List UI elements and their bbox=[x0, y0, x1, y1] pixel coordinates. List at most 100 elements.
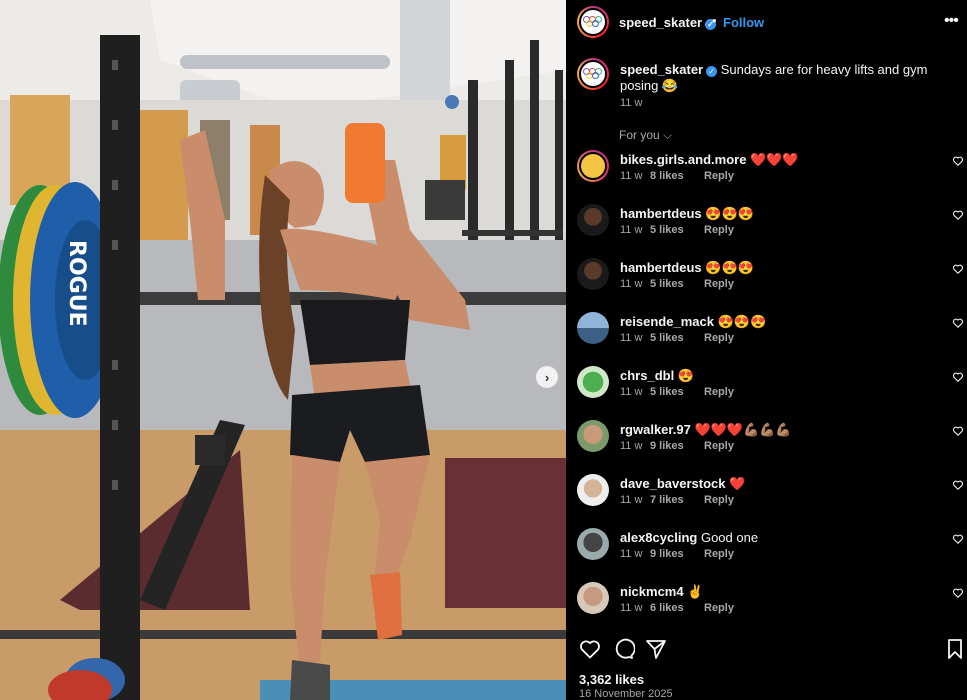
comment-body: ❤️ bbox=[729, 476, 746, 491]
separator-dot: • bbox=[712, 13, 717, 28]
comment-like-icon[interactable] bbox=[952, 317, 964, 329]
comment-row: dave_baverstock ❤️ 11 w 7 likes Reply bbox=[577, 474, 964, 524]
comment-text: hambertdeus 😍😍😍 bbox=[620, 206, 920, 221]
comment-time: 11 w bbox=[620, 278, 643, 290]
reply-button[interactable]: Reply bbox=[704, 386, 734, 398]
comment-likes[interactable]: 9 likes bbox=[650, 548, 704, 560]
bookmark-icon[interactable] bbox=[943, 637, 967, 661]
caption-username[interactable]: speed_skater bbox=[620, 62, 703, 77]
caption-time: 11 w bbox=[620, 97, 643, 109]
comment-row: nickmcm4 ✌️ 11 w 6 likes Reply bbox=[577, 582, 964, 632]
caption-avatar[interactable] bbox=[577, 58, 609, 90]
comment-likes[interactable]: 5 likes bbox=[650, 332, 704, 344]
reply-button[interactable]: Reply bbox=[704, 494, 734, 506]
comment-text: reisende_mack 😍😍😍 bbox=[620, 314, 920, 329]
comment-meta: 11 w 5 likes Reply bbox=[620, 332, 734, 344]
comment-text: dave_baverstock ❤️ bbox=[620, 476, 920, 491]
commenter-username[interactable]: dave_baverstock bbox=[620, 476, 726, 491]
comment-likes[interactable]: 5 likes bbox=[650, 386, 704, 398]
comment-likes[interactable]: 5 likes bbox=[650, 278, 704, 290]
comment-meta: 11 w 7 likes Reply bbox=[620, 494, 734, 506]
author-username-text[interactable]: speed_skater bbox=[619, 15, 702, 30]
comment-meta: 11 w 6 likes Reply bbox=[620, 602, 734, 614]
comment-like-icon[interactable] bbox=[952, 209, 964, 221]
comment-body: 😍😍😍 bbox=[705, 260, 754, 275]
reply-button[interactable]: Reply bbox=[704, 440, 734, 452]
reply-button[interactable]: Reply bbox=[704, 548, 734, 560]
comment-meta: 11 w 5 likes Reply bbox=[620, 386, 734, 398]
chevron-down-icon: ⌵ bbox=[663, 128, 673, 142]
like-icon[interactable] bbox=[578, 637, 602, 661]
comment-time: 11 w bbox=[620, 224, 643, 236]
avatar-image bbox=[579, 60, 607, 88]
commenter-username[interactable]: nickmcm4 bbox=[620, 584, 684, 599]
commenter-username[interactable]: hambertdeus bbox=[620, 206, 702, 221]
commenter-avatar[interactable] bbox=[577, 258, 609, 290]
comment-text: rgwalker.97 ❤️❤️❤️💪🏽💪🏽💪🏽 bbox=[620, 422, 920, 437]
comment-like-icon[interactable] bbox=[952, 533, 964, 545]
olympic-rings-icon bbox=[583, 16, 603, 28]
comment-likes[interactable]: 7 likes bbox=[650, 494, 704, 506]
more-horizontal-icon[interactable]: ••• bbox=[944, 12, 959, 30]
commenter-avatar[interactable] bbox=[577, 150, 609, 182]
commenter-avatar[interactable] bbox=[577, 528, 609, 560]
comment-text: bikes.girls.and.more ❤️❤️❤️ bbox=[620, 152, 920, 167]
commenter-avatar[interactable] bbox=[577, 582, 609, 614]
comment-like-icon[interactable] bbox=[952, 371, 964, 383]
caption-text: speed_skater ✓ Sundays are for heavy lift… bbox=[620, 62, 955, 94]
comment-icon[interactable] bbox=[611, 637, 635, 661]
comment-row: hambertdeus 😍😍😍 11 w 5 likes Reply bbox=[577, 204, 964, 254]
reply-button[interactable]: Reply bbox=[704, 224, 734, 236]
author-avatar[interactable] bbox=[577, 6, 609, 38]
comment-likes[interactable]: 5 likes bbox=[650, 224, 704, 236]
comment-filter-label: For you bbox=[619, 128, 660, 142]
comment-text: nickmcm4 ✌️ bbox=[620, 584, 920, 599]
post-date: 16 November 2025 bbox=[579, 688, 673, 700]
commenter-avatar[interactable] bbox=[577, 312, 609, 344]
commenter-avatar[interactable] bbox=[577, 420, 609, 452]
post-actions bbox=[566, 637, 967, 663]
commenter-avatar[interactable] bbox=[577, 366, 609, 398]
commenter-username[interactable]: alex8cycling bbox=[620, 530, 697, 545]
comment-time: 11 w bbox=[620, 602, 643, 614]
comment-like-icon[interactable] bbox=[952, 263, 964, 275]
comment-like-icon[interactable] bbox=[952, 155, 964, 167]
reply-button[interactable]: Reply bbox=[704, 278, 734, 290]
commenter-avatar[interactable] bbox=[577, 204, 609, 236]
comment-filter-dropdown[interactable]: For you ⌵ bbox=[619, 128, 672, 143]
comment-row: hambertdeus 😍😍😍 11 w 5 likes Reply bbox=[577, 258, 964, 308]
comment-text: chrs_dbl 😍 bbox=[620, 368, 920, 383]
post-photo[interactable]: ROGUE › bbox=[0, 0, 566, 700]
comment-body: Good one bbox=[700, 530, 759, 545]
comment-meta: 11 w 9 likes Reply bbox=[620, 548, 734, 560]
commenter-username[interactable]: hambertdeus bbox=[620, 260, 702, 275]
commenter-avatar[interactable] bbox=[577, 474, 609, 506]
svg-text:ROGUE: ROGUE bbox=[64, 240, 89, 327]
comment-like-icon[interactable] bbox=[952, 587, 964, 599]
commenter-username[interactable]: bikes.girls.and.more bbox=[620, 152, 746, 167]
comment-like-icon[interactable] bbox=[952, 425, 964, 437]
author-username[interactable]: speed_skater ✓ bbox=[619, 15, 717, 30]
reply-button[interactable]: Reply bbox=[704, 332, 734, 344]
olympic-rings-icon bbox=[583, 68, 603, 80]
comment-like-icon[interactable] bbox=[952, 479, 964, 491]
comment-likes[interactable]: 9 likes bbox=[650, 440, 704, 452]
share-icon[interactable] bbox=[644, 637, 668, 661]
next-image-button[interactable]: › bbox=[536, 366, 558, 388]
comment-body: 😍😍😍 bbox=[717, 314, 767, 329]
comment-row: reisende_mack 😍😍😍 11 w 5 likes Reply bbox=[577, 312, 964, 362]
comment-meta: 11 w 5 likes Reply bbox=[620, 278, 734, 290]
commenter-username[interactable]: reisende_mack bbox=[620, 314, 714, 329]
comment-time: 11 w bbox=[620, 386, 643, 398]
follow-button[interactable]: Follow bbox=[723, 15, 764, 30]
avatar-image bbox=[579, 8, 607, 36]
chevron-right-icon: › bbox=[544, 369, 550, 385]
reply-button[interactable]: Reply bbox=[704, 602, 734, 614]
likes-count[interactable]: 3,362 likes bbox=[579, 672, 644, 687]
commenter-username[interactable]: rgwalker.97 bbox=[620, 422, 691, 437]
reply-button[interactable]: Reply bbox=[704, 170, 734, 182]
commenter-username[interactable]: chrs_dbl bbox=[620, 368, 674, 383]
comment-time: 11 w bbox=[620, 332, 643, 344]
comment-likes[interactable]: 6 likes bbox=[650, 602, 704, 614]
comment-likes[interactable]: 8 likes bbox=[650, 170, 704, 182]
